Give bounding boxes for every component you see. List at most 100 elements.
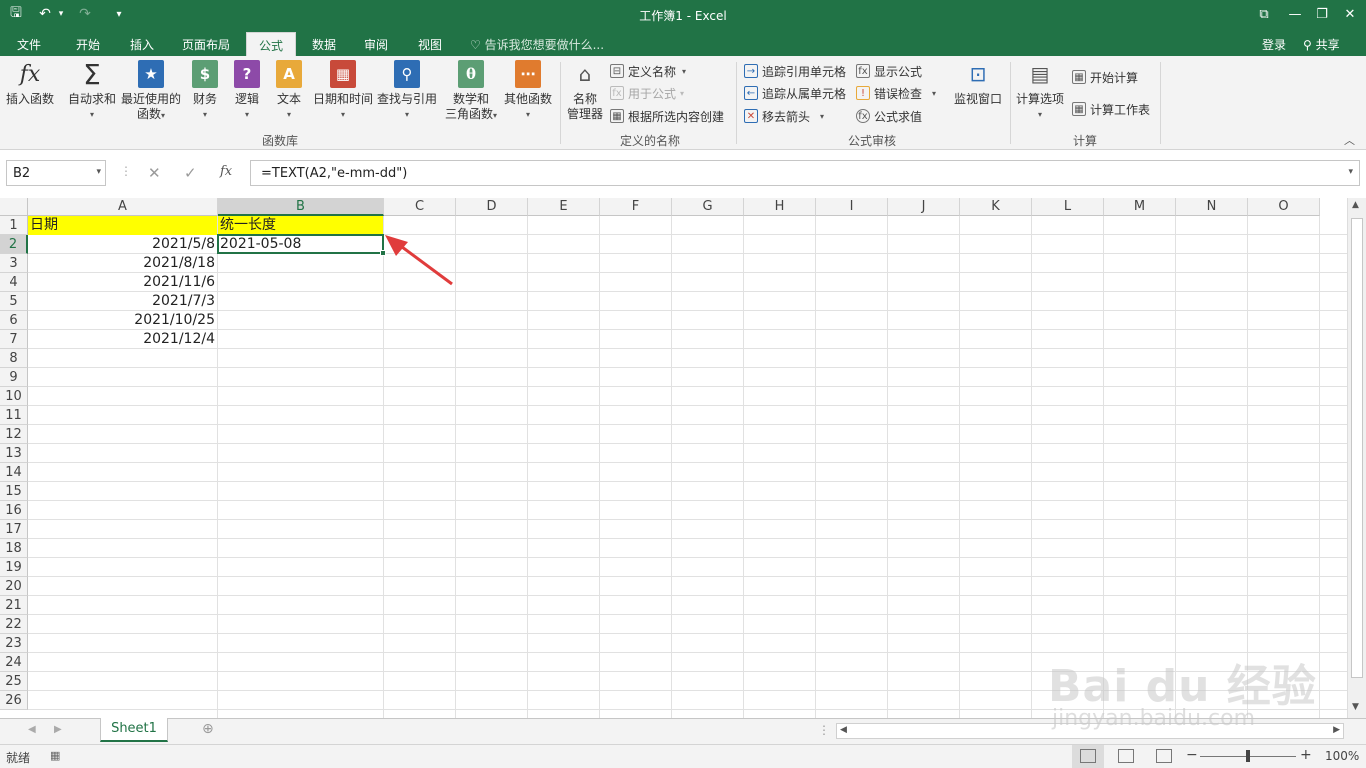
create-from-selection-button[interactable]: ▦ 根据所选内容创建 <box>610 107 724 125</box>
horizontal-scrollbar[interactable]: ◀ ▶ <box>836 723 1344 739</box>
tab-page-layout[interactable]: 页面布局 <box>174 32 238 56</box>
name-box[interactable]: B2 ▾ <box>6 160 106 186</box>
page-break-view-icon[interactable] <box>1156 749 1172 763</box>
row-header-25[interactable]: 25 <box>0 672 28 691</box>
column-header-i[interactable]: I <box>816 198 888 216</box>
row-header-6[interactable]: 6 <box>0 311 28 330</box>
row-header-5[interactable]: 5 <box>0 292 28 311</box>
lookup-reference-button[interactable]: ⚲ 查找与引用 ▾ <box>376 60 438 122</box>
calculation-options-button[interactable]: ▤ 计算选项 ▾ <box>1014 60 1066 122</box>
close-button[interactable]: ✕ <box>1336 2 1364 26</box>
minimize-button[interactable]: — <box>1281 2 1309 26</box>
row-header-21[interactable]: 21 <box>0 596 28 615</box>
scroll-down-icon[interactable]: ▼ <box>1352 702 1359 712</box>
column-header-o[interactable]: O <box>1248 198 1320 216</box>
row-header-10[interactable]: 10 <box>0 387 28 406</box>
zoom-in-icon[interactable]: + <box>1300 747 1312 763</box>
column-header-c[interactable]: C <box>384 198 456 216</box>
vertical-scroll-thumb[interactable] <box>1351 218 1363 678</box>
zoom-out-icon[interactable]: − <box>1186 747 1198 763</box>
tab-review[interactable]: 审阅 <box>356 32 396 56</box>
cell-a6[interactable]: 2021/10/25 <box>28 311 217 330</box>
calculate-now-button[interactable]: ▦ 开始计算 <box>1072 68 1138 86</box>
select-all-corner[interactable] <box>0 198 28 216</box>
cell-a3[interactable]: 2021/8/18 <box>28 254 217 273</box>
vertical-scrollbar[interactable]: ▲ ▼ <box>1347 198 1366 718</box>
cell-a7[interactable]: 2021/12/4 <box>28 330 217 349</box>
insert-function-button[interactable]: fx 插入函数 <box>4 60 56 107</box>
row-header-12[interactable]: 12 <box>0 425 28 444</box>
column-header-k[interactable]: K <box>960 198 1032 216</box>
calculate-sheet-button[interactable]: ▦ 计算工作表 <box>1072 100 1150 118</box>
more-functions-button[interactable]: ⋯ 其他函数 ▾ <box>502 60 554 122</box>
column-header-a[interactable]: A <box>28 198 218 216</box>
column-header-f[interactable]: F <box>600 198 672 216</box>
share-button[interactable]: ⚲ 共享 <box>1303 36 1340 53</box>
tab-home[interactable]: 开始 <box>66 32 110 56</box>
math-trig-button[interactable]: θ 数学和 三角函数▾ <box>440 60 502 123</box>
chevron-down-icon[interactable]: ▾ <box>96 167 101 177</box>
sign-in-link[interactable]: 登录 <box>1262 36 1286 53</box>
page-layout-view-icon[interactable] <box>1118 749 1134 763</box>
scroll-tabs-left-icon[interactable]: ◀ <box>28 724 36 735</box>
row-header-22[interactable]: 22 <box>0 615 28 634</box>
evaluate-formula-button[interactable]: fx 公式求值 <box>856 107 922 125</box>
column-header-d[interactable]: D <box>456 198 528 216</box>
row-header-23[interactable]: 23 <box>0 634 28 653</box>
tab-view[interactable]: 视图 <box>410 32 450 56</box>
remove-arrows-button[interactable]: ✕ 移去箭头 ▾ <box>744 107 824 125</box>
row-header-3[interactable]: 3 <box>0 254 28 273</box>
row-header-9[interactable]: 9 <box>0 368 28 387</box>
scroll-right-icon[interactable]: ▶ <box>1333 725 1340 735</box>
financial-button[interactable]: $ 财务 ▾ <box>190 60 220 122</box>
insert-function-icon[interactable]: fx <box>220 164 232 179</box>
cell-a2[interactable]: 2021/5/8 <box>28 235 217 254</box>
show-formulas-button[interactable]: fx 显示公式 <box>856 62 922 80</box>
column-header-m[interactable]: M <box>1104 198 1176 216</box>
scroll-up-icon[interactable]: ▲ <box>1352 200 1359 210</box>
collapse-ribbon-icon[interactable]: ︿ <box>1344 132 1355 148</box>
recently-used-button[interactable]: ★ 最近使用的 函数▾ <box>120 60 182 123</box>
logical-button[interactable]: ? 逻辑 ▾ <box>232 60 262 122</box>
tab-formulas[interactable]: 公式 <box>246 32 296 56</box>
text-button[interactable]: A 文本 ▾ <box>274 60 304 122</box>
trace-dependents-button[interactable]: ← 追踪从属单元格 <box>744 84 846 102</box>
row-header-16[interactable]: 16 <box>0 501 28 520</box>
expand-formula-bar-icon[interactable]: ▾ <box>1348 167 1353 177</box>
ribbon-display-options-icon[interactable]: ⧉ <box>1250 2 1278 26</box>
split-grip-icon[interactable]: ⋮ <box>818 723 830 737</box>
watch-window-button[interactable]: ⊡ 监视窗口 <box>952 60 1004 107</box>
cell-a1[interactable]: 日期 <box>28 216 217 235</box>
error-checking-button[interactable]: ! 错误检查 ▾ <box>856 84 936 102</box>
row-header-11[interactable]: 11 <box>0 406 28 425</box>
row-header-26[interactable]: 26 <box>0 691 28 710</box>
name-manager-button[interactable]: ⌂ 名称 管理器 <box>564 60 606 122</box>
worksheet-grid[interactable]: A B C D E F G H I J K L M N O 1 2 3 4 5 6 7 8 9 10 11 12 13 14 15 16 17… <box>0 198 1366 718</box>
new-sheet-icon[interactable]: ⊕ <box>202 721 214 737</box>
autosum-button[interactable]: Σ 自动求和 ▾ <box>66 60 118 122</box>
column-header-e[interactable]: E <box>528 198 600 216</box>
trace-precedents-button[interactable]: → 追踪引用单元格 <box>744 62 846 80</box>
column-header-n[interactable]: N <box>1176 198 1248 216</box>
autosum-dropdown-icon[interactable]: ▾ <box>66 107 118 122</box>
restore-button[interactable]: ❐ <box>1308 2 1336 26</box>
macro-record-icon[interactable]: ▦ <box>50 749 60 762</box>
row-header-2[interactable]: 2 <box>0 235 28 254</box>
column-header-l[interactable]: L <box>1032 198 1104 216</box>
row-header-8[interactable]: 8 <box>0 349 28 368</box>
row-header-19[interactable]: 19 <box>0 558 28 577</box>
row-header-14[interactable]: 14 <box>0 463 28 482</box>
column-header-b[interactable]: B <box>218 198 384 216</box>
scroll-left-icon[interactable]: ◀ <box>840 725 847 735</box>
tab-insert[interactable]: 插入 <box>120 32 164 56</box>
tell-me-box[interactable]: ♡ 告诉我您想要做什么... <box>470 36 604 53</box>
column-header-h[interactable]: H <box>744 198 816 216</box>
cell-a5[interactable]: 2021/7/3 <box>28 292 217 311</box>
enter-icon[interactable]: ✓ <box>184 164 197 182</box>
row-header-17[interactable]: 17 <box>0 520 28 539</box>
row-header-24[interactable]: 24 <box>0 653 28 672</box>
tab-file[interactable]: 文件 <box>8 32 50 56</box>
column-header-g[interactable]: G <box>672 198 744 216</box>
tab-data[interactable]: 数据 <box>304 32 344 56</box>
cell-a4[interactable]: 2021/11/6 <box>28 273 217 292</box>
